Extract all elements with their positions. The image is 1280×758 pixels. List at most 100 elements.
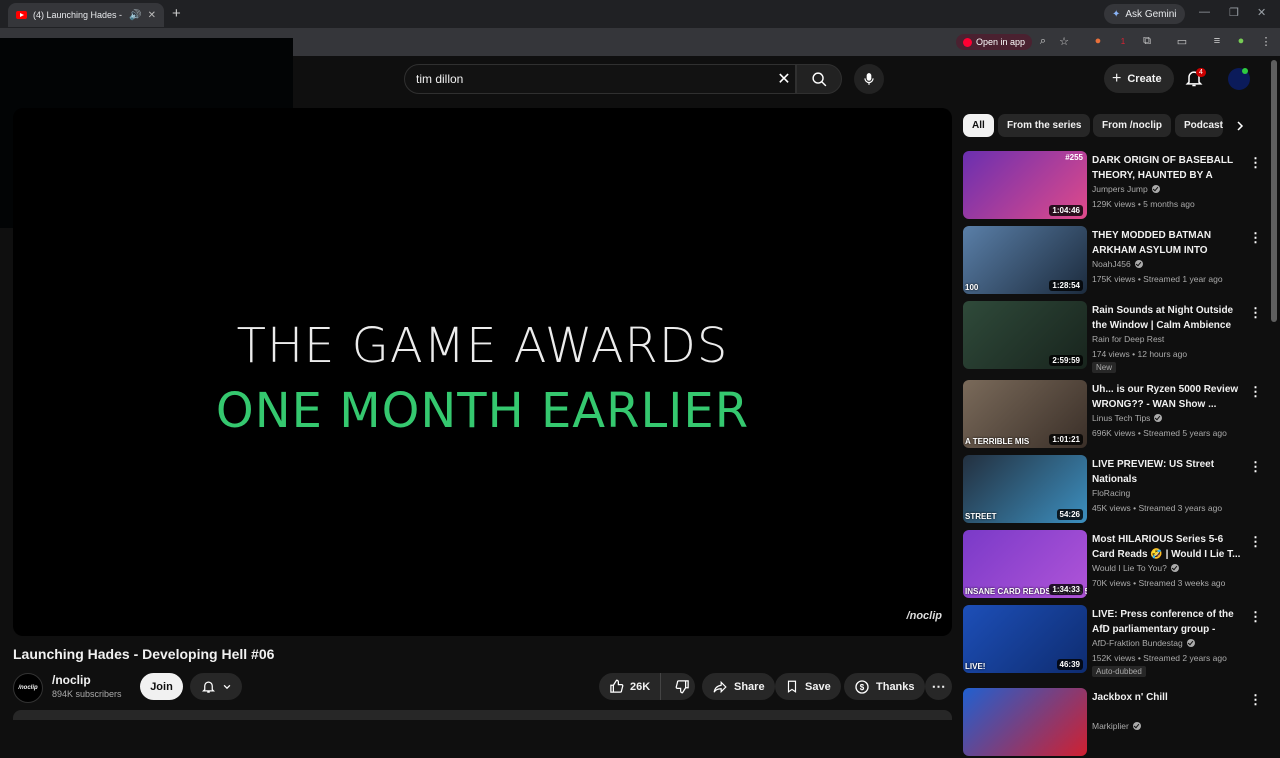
video-title: Launching Hades - Developing Hell #06 [13,646,275,662]
youtube-favicon-icon [16,11,27,19]
recommendation-item[interactable]: STREET 54:26 LIVE PREVIEW: US Street Natio… [963,455,1268,525]
channel-watermark[interactable]: /noclip [907,610,942,622]
recommendation-title[interactable]: Rain Sounds at Night Outside the Window … [1092,303,1242,333]
more-vertical-icon[interactable]: ⋮ [1249,534,1262,550]
recommendation-channel[interactable]: Markiplier [1092,721,1141,731]
new-tab-button[interactable]: + [172,5,181,22]
recommendation-item[interactable]: INSANE CARD READS SERIES 5-6 1:34:33 Most … [963,530,1268,600]
video-thumbnail[interactable] [963,688,1087,756]
subscription-notification-button[interactable] [190,673,242,700]
recommendation-title[interactable]: LIVE: Press conference of the AfD parlia… [1092,607,1242,637]
video-player[interactable]: THE GAME AWARDS ONE MONTH EARLIER /nocli… [13,108,952,636]
recommendation-title[interactable]: Most HILARIOUS Series 5-6 Card Reads 🤣 |… [1092,532,1242,562]
cast-icon[interactable]: ▭ [1175,35,1189,48]
chip-from-the-series[interactable]: From the series [998,114,1091,137]
recommendation-meta: 152K views • Streamed 2 years ago [1092,653,1227,663]
channel-avatar[interactable]: /noclip [13,673,43,703]
channel-name[interactable]: /noclip [52,673,91,687]
save-label: Save [805,680,831,693]
bookmark-icon [787,680,797,693]
tab-close-icon[interactable]: ✕ [148,10,156,21]
recommendation-item[interactable]: 2:59:59 Rain Sounds at Night Outside the … [963,301,1268,373]
more-vertical-icon[interactable]: ⋮ [1249,155,1262,171]
recommendation-item[interactable]: 100 1:28:54 THEY MODDED BATMAN ARKHAM ASYL… [963,226,1268,296]
chevron-down-icon [223,684,230,689]
dislike-button[interactable] [667,673,698,700]
video-thumbnail[interactable]: #255 1:04:46 [963,151,1087,219]
more-vertical-icon[interactable]: ⋮ [1249,305,1262,321]
video-thumbnail[interactable]: INSANE CARD READS SERIES 5-6 1:34:33 [963,530,1087,598]
browser-menu-icon[interactable]: ⋮ [1259,35,1273,48]
search-value: tim dillon [416,72,464,86]
channel-name: AfD-Fraktion Bundestag [1092,638,1183,648]
recommendation-item[interactable]: A TERRIBLE MIS 1:01:21 Uh... is our Ryzen … [963,380,1268,450]
clear-search-icon[interactable]: ✕ [776,69,792,89]
search-button[interactable] [796,64,842,94]
recommendation-title[interactable]: DARK ORIGIN OF BASEBALL THEORY, HAUNTED … [1092,153,1242,183]
more-vertical-icon[interactable]: ⋮ [1249,692,1262,708]
extension-icon[interactable]: ● [1091,35,1105,47]
video-thumbnail[interactable]: STREET 54:26 [963,455,1087,523]
maximize-icon[interactable]: ❐ [1229,6,1239,19]
share-button[interactable]: Share [702,673,775,700]
chip-from-noclip[interactable]: From /noclip [1093,114,1171,137]
page-scrollbar[interactable] [1271,60,1277,322]
recommendation-meta: 129K views • 5 months ago [1092,199,1195,209]
recommendation-channel[interactable]: AfD-Fraktion Bundestag [1092,638,1195,648]
recommendation-channel[interactable]: FloRacing [1092,488,1130,498]
verified-check-icon [1132,722,1141,730]
video-thumbnail[interactable]: 100 1:28:54 [963,226,1087,294]
account-avatar[interactable] [1228,68,1250,90]
window-close-icon[interactable]: ✕ [1257,6,1266,19]
more-vertical-icon[interactable]: ⋮ [1249,609,1262,625]
bookmark-star-icon[interactable]: ☆ [1057,35,1071,48]
recommendation-channel[interactable]: NoahJ456 [1092,259,1143,269]
more-actions-button[interactable]: ⋯ [925,673,952,700]
like-button[interactable]: 26K [599,673,662,700]
recommendation-title[interactable]: Uh... is our Ryzen 5000 Review WRONG?? -… [1092,382,1242,412]
join-button[interactable]: Join [140,673,183,700]
open-in-app-button[interactable]: Open in app [956,34,1033,50]
extensions-puzzle-icon[interactable]: ⧉ [1140,35,1154,48]
description-box[interactable] [13,710,952,720]
recommendation-title[interactable]: Jackbox n' Chill [1092,690,1242,705]
recommendation-item[interactable]: LIVE! 46:39 LIVE: Press conference of the … [963,605,1268,677]
recommendation-channel[interactable]: Jumpers Jump [1092,184,1160,194]
recommendation-item[interactable]: Jackbox n' Chill Markiplier ⋮ [963,688,1268,758]
extension-badge-icon[interactable]: 1 [1116,35,1130,47]
create-button[interactable]: + Create [1104,64,1174,93]
recommendation-channel[interactable]: Linus Tech Tips [1092,413,1163,423]
ask-gemini-button[interactable]: ✦ Ask Gemini [1104,4,1185,24]
reading-list-icon[interactable]: ≡ [1210,35,1224,47]
save-button[interactable]: Save [775,673,841,700]
recommendation-item[interactable]: #255 1:04:46 DARK ORIGIN OF BASEBALL THEOR… [963,151,1268,221]
more-vertical-icon[interactable]: ⋮ [1249,230,1262,246]
recommendation-title[interactable]: THEY MODDED BATMAN ARKHAM ASYLUM INTO CA… [1092,228,1242,258]
video-thumbnail[interactable]: LIVE! 46:39 [963,605,1087,673]
video-thumbnail[interactable]: A TERRIBLE MIS 1:01:21 [963,380,1087,448]
recommendation-meta: 696K views • Streamed 5 years ago [1092,428,1227,438]
channel-avatar-text: /noclip [18,685,38,691]
search-input[interactable]: tim dillon [404,64,796,94]
subscriber-count: 894K subscribers [52,689,122,699]
zoom-icon[interactable]: ⌕ [1036,35,1050,48]
chips-next-button[interactable] [1228,114,1252,137]
chip-podcasts[interactable]: Podcasts [1175,114,1223,137]
minimize-icon[interactable]: — [1199,6,1210,18]
more-vertical-icon[interactable]: ⋮ [1249,384,1262,400]
search-icon [811,71,826,86]
more-vertical-icon[interactable]: ⋮ [1249,459,1262,475]
tab-audio-icon[interactable]: 🔊 [129,10,141,21]
chip-all[interactable]: All [963,114,994,137]
thanks-button[interactable]: $ Thanks [844,673,925,700]
recommendation-channel[interactable]: Would I Lie To You? [1092,563,1179,573]
browser-tab-bar: (4) Launching Hades - Developing Hell #0… [0,0,1280,28]
voice-search-button[interactable] [854,64,884,94]
thumbs-down-icon [675,680,689,694]
recommendation-title[interactable]: LIVE PREVIEW: US Street Nationals [1092,457,1242,487]
video-thumbnail[interactable]: 2:59:59 [963,301,1087,369]
profile-icon[interactable]: ● [1234,35,1248,47]
browser-tab[interactable]: (4) Launching Hades - Developing Hell #0… [8,3,164,27]
channel-name: Linus Tech Tips [1092,413,1151,423]
recommendation-channel[interactable]: Rain for Deep Rest [1092,334,1164,344]
